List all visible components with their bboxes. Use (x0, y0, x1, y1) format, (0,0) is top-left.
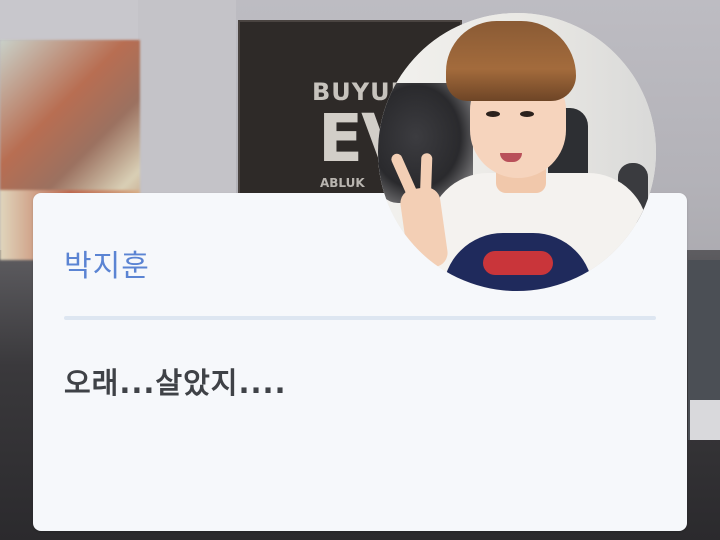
avatar-hair (446, 21, 576, 101)
sign-text-small: ABLUK (320, 176, 365, 190)
speaker-name: 박지훈 (64, 249, 150, 284)
background-pillar (138, 0, 236, 200)
dialog-divider (64, 316, 656, 320)
avatar-eye-left (486, 111, 500, 117)
dialog-text: 오래...살았지.... (64, 366, 287, 400)
avatar-eye-right (520, 111, 534, 117)
background-panel-light (690, 400, 720, 440)
character-avatar (378, 13, 656, 291)
background-ceiling (0, 0, 138, 40)
